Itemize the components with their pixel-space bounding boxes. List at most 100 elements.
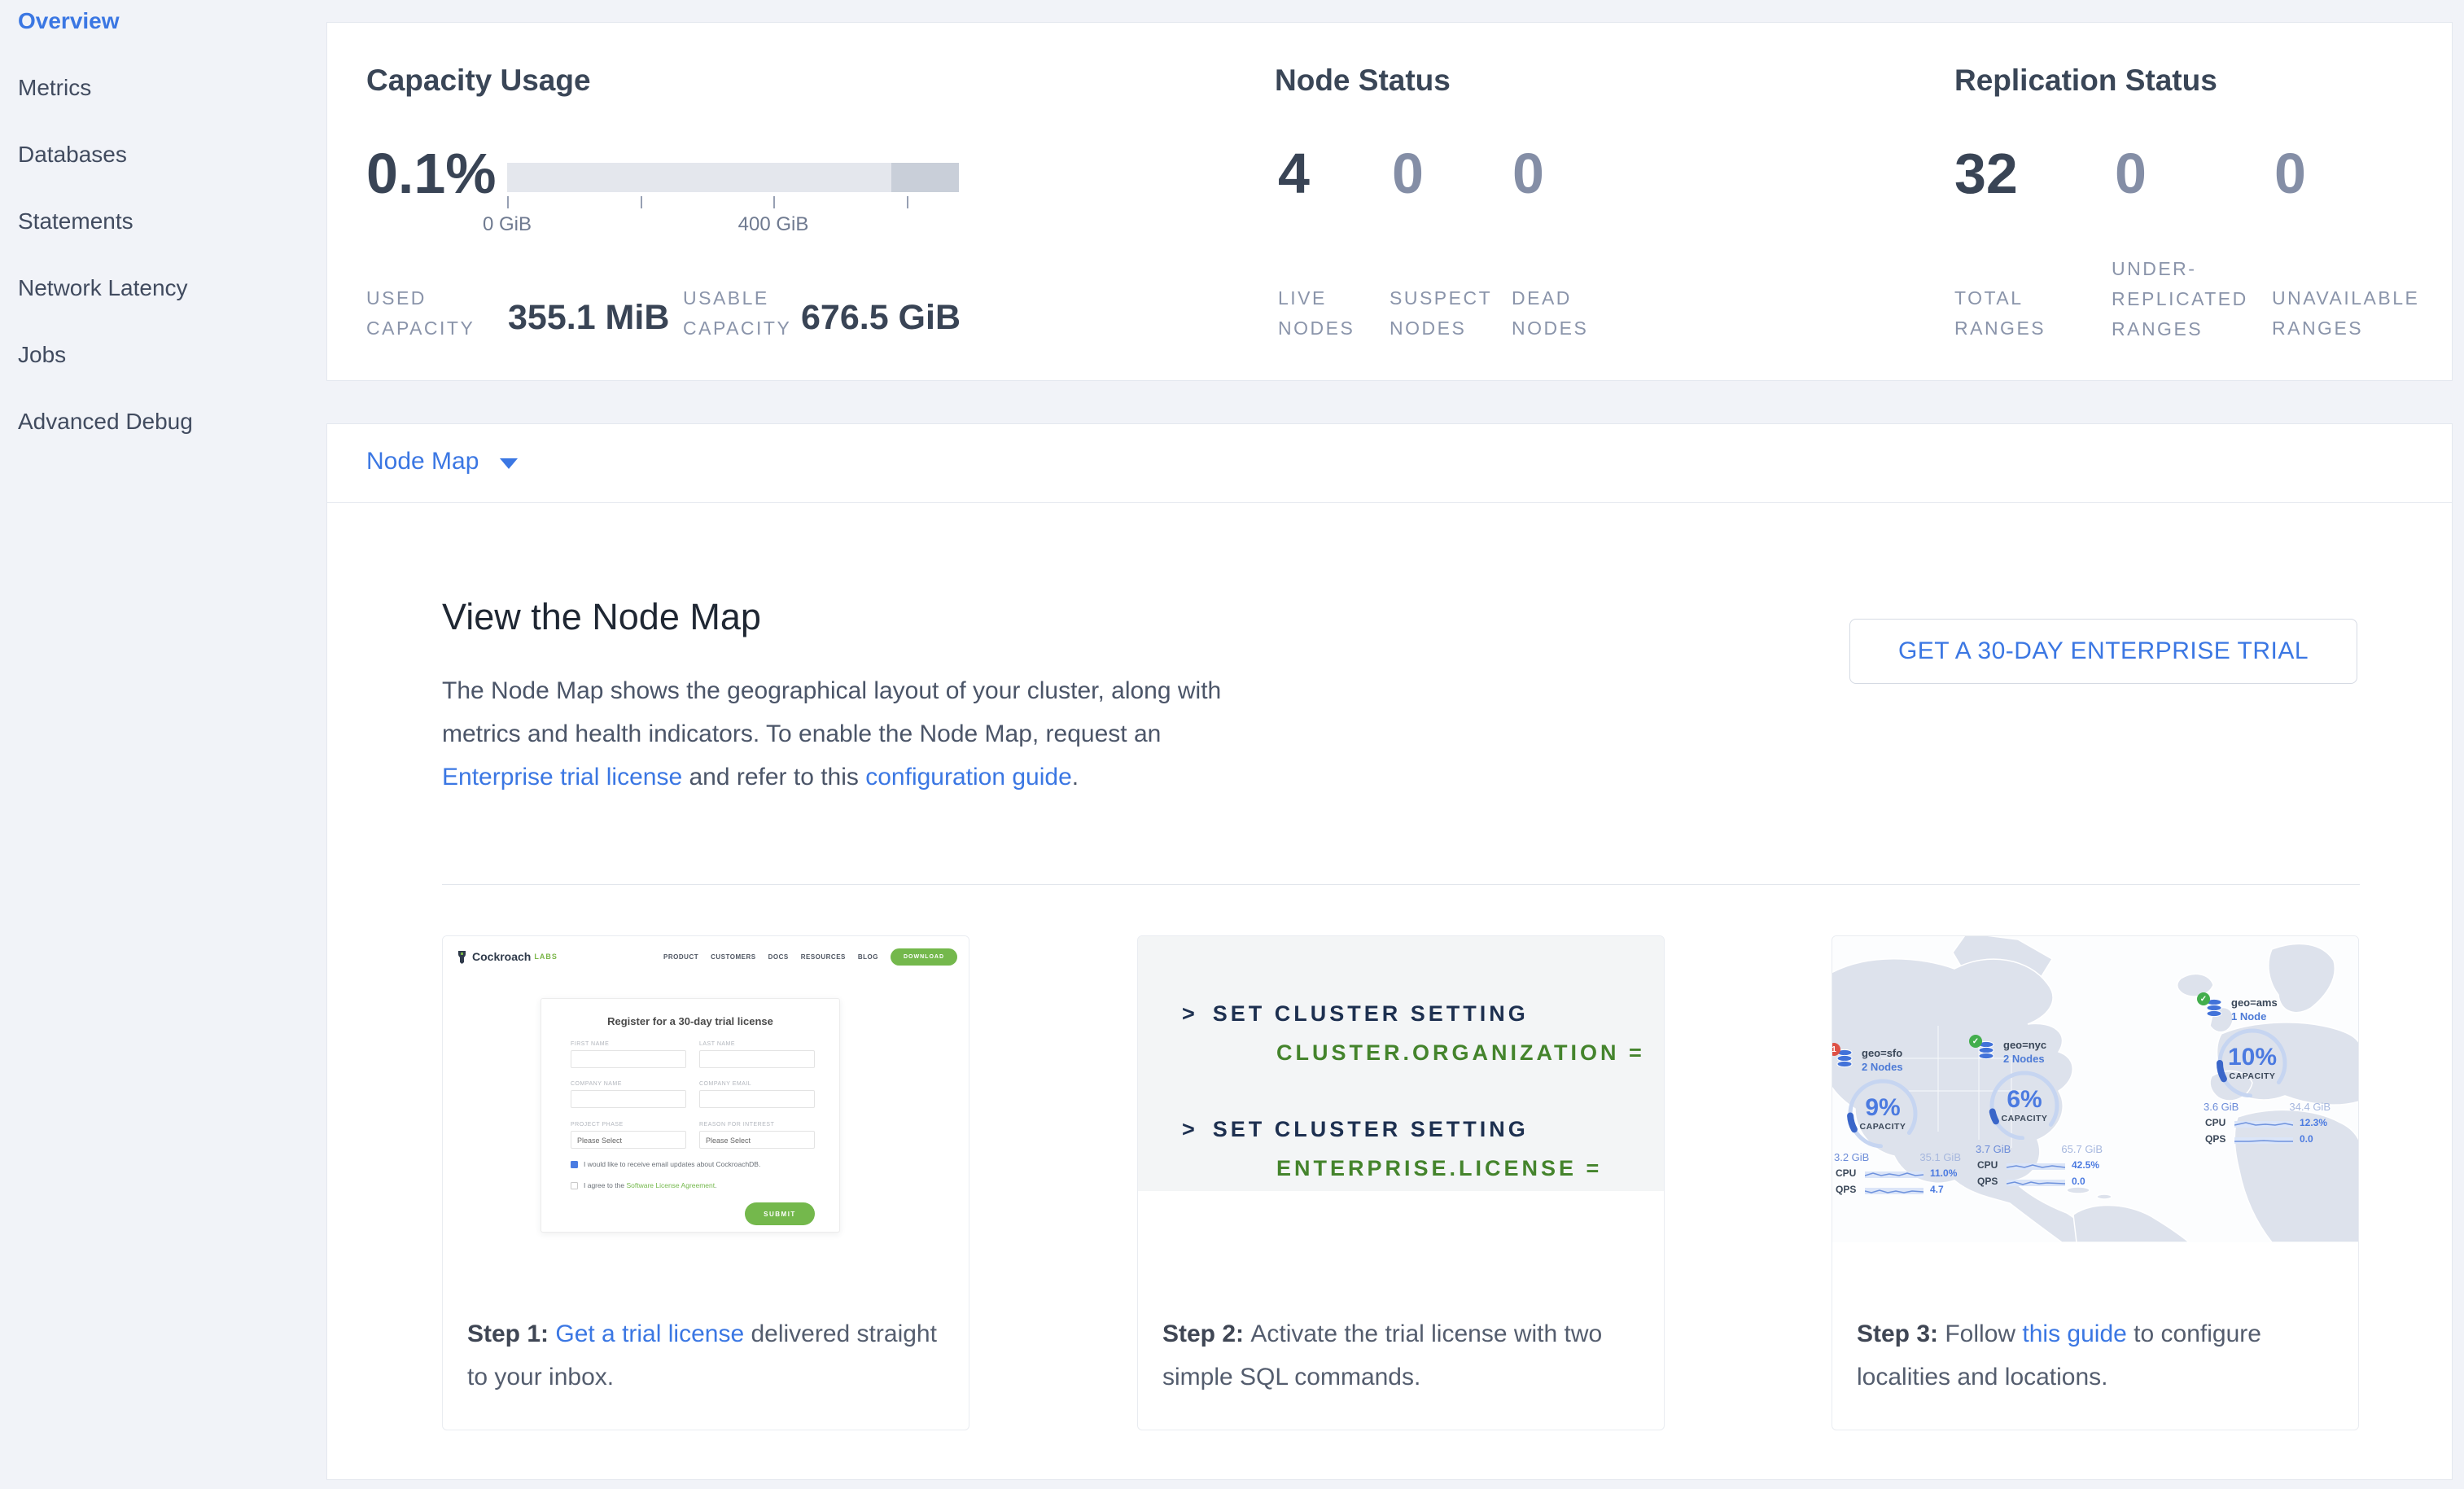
mini-nav-resources: RESOURCES bbox=[801, 953, 846, 961]
capacity-percent: 10% bbox=[2210, 1044, 2295, 1071]
sidebar-item-network-latency[interactable]: Network Latency bbox=[18, 272, 188, 304]
capacity-word: CAPACITY bbox=[2210, 1071, 2295, 1081]
step1-caption: Step 1: Get a trial license delivered st… bbox=[467, 1312, 948, 1399]
mini-form-title: Register for a 30-day trial license bbox=[541, 1015, 839, 1027]
step1-card: Cockroach LABS PRODUCT CUSTOMERS DOCS RE… bbox=[442, 935, 969, 1430]
sql-line-1: >SET CLUSTER SETTING bbox=[1182, 1001, 1529, 1027]
get-trial-license-link[interactable]: Get a trial license bbox=[555, 1320, 744, 1347]
locality-nodes: 1 Node bbox=[2231, 1010, 2266, 1023]
capacity-bar-axis bbox=[507, 196, 959, 209]
mini-label-company-name: COMPANY NAME bbox=[571, 1081, 622, 1087]
node-map-dropdown[interactable]: Node Map bbox=[366, 448, 518, 475]
step2-card: >SET CLUSTER SETTING CLUSTER.ORGANIZATIO… bbox=[1137, 935, 1665, 1430]
capacity-axis-label-400: 400 GiB bbox=[733, 213, 814, 236]
live-nodes-label: LIVENODES bbox=[1278, 283, 1355, 344]
capacity-usage-title: Capacity Usage bbox=[366, 64, 591, 98]
mini-nav-docs: DOCS bbox=[768, 953, 789, 961]
mini-input-last-name bbox=[699, 1050, 815, 1068]
mini-checkbox-license-agreement: I agree to the Software License Agreemen… bbox=[571, 1181, 717, 1189]
locality-name: geo=ams bbox=[2231, 996, 2278, 1009]
mini-submit-button: SUBMIT bbox=[745, 1202, 815, 1225]
sidebar-item-jobs[interactable]: Jobs bbox=[18, 339, 66, 371]
mini-download-button: DOWNLOAD bbox=[891, 948, 957, 966]
capacity-range: 3.7 GiB65.7 GiB bbox=[1976, 1143, 2103, 1155]
capacity-word: CAPACITY bbox=[1982, 1114, 2067, 1123]
mini-checkbox-email-updates: I would like to receive email updates ab… bbox=[571, 1160, 760, 1168]
sidebar-item-overview[interactable]: Overview bbox=[18, 5, 120, 37]
sidebar-item-advanced-debug[interactable]: Advanced Debug bbox=[18, 405, 193, 438]
sidebar-item-metrics[interactable]: Metrics bbox=[18, 72, 91, 104]
enterprise-trial-license-link[interactable]: Enterprise trial license bbox=[442, 764, 682, 790]
unavailable-ranges-label: UNAVAILABLERANGES bbox=[2272, 283, 2419, 344]
database-icon: 1 bbox=[1834, 1049, 1855, 1074]
mini-label-reason-for-interest: REASON FOR INTEREST bbox=[699, 1122, 774, 1128]
step3-caption: Step 3: Follow this guide to configure l… bbox=[1857, 1312, 2337, 1399]
mini-label-last-name: LAST NAME bbox=[699, 1041, 735, 1047]
used-capacity-label: USEDCAPACITY bbox=[366, 283, 475, 344]
overview-page: Overview Metrics Databases Statements Ne… bbox=[0, 0, 2464, 1489]
node-map-enterprise-panel: View the Node Map The Node Map shows the… bbox=[326, 502, 2453, 1480]
total-ranges-label: TOTALRANGES bbox=[1954, 283, 2046, 344]
qps-metric: QPS0.0 bbox=[1977, 1176, 2107, 1189]
capacity-gauge: 9% CAPACITY bbox=[1840, 1076, 1925, 1148]
capacity-percent: 6% bbox=[1982, 1086, 2067, 1114]
capacity-gauge: 10% CAPACITY bbox=[2210, 1026, 2295, 1097]
suspect-nodes-count: 0 bbox=[1392, 145, 1424, 202]
cpu-sparkline bbox=[1865, 1168, 1923, 1180]
healthy-badge-icon: ✓ bbox=[1969, 1035, 1982, 1048]
mini-select-project-phase: Please Select bbox=[571, 1131, 686, 1149]
suspect-nodes-label: SUSPECTNODES bbox=[1390, 283, 1492, 344]
locality-nodes: 2 Nodes bbox=[2003, 1053, 2045, 1065]
cpu-metric: CPU12.3% bbox=[2205, 1117, 2335, 1130]
sql-commands-thumbnail: >SET CLUSTER SETTING CLUSTER.ORGANIZATIO… bbox=[1138, 936, 1664, 1191]
node-map-thumbnail: 1 geo=sfo 2 Nodes 9% CAPACITY 3.2 GiB35.… bbox=[1832, 936, 2358, 1242]
dead-nodes-label: DEADNODES bbox=[1512, 283, 1588, 344]
mini-site-nav: PRODUCT CUSTOMERS DOCS RESOURCES BLOG DO… bbox=[663, 948, 957, 966]
sql-line-2: >SET CLUSTER SETTING bbox=[1182, 1117, 1529, 1142]
healthy-badge-icon: ✓ bbox=[2197, 992, 2210, 1005]
mini-site-logo-labs: LABS bbox=[534, 953, 558, 961]
cpu-sparkline bbox=[2234, 1118, 2293, 1129]
checkbox-checked-icon bbox=[571, 1161, 578, 1168]
capacity-word: CAPACITY bbox=[1840, 1122, 1925, 1132]
cpu-sparkline bbox=[2007, 1160, 2065, 1171]
mini-label-project-phase: PROJECT PHASE bbox=[571, 1122, 624, 1128]
database-icon: ✓ bbox=[2204, 998, 2225, 1023]
get-enterprise-trial-button[interactable]: GET A 30-DAY ENTERPRISE TRIAL bbox=[1849, 619, 2357, 684]
mini-label-company-email: COMPANY EMAIL bbox=[699, 1081, 751, 1087]
sidebar-item-statements[interactable]: Statements bbox=[18, 205, 133, 238]
mini-nav-product: PRODUCT bbox=[663, 953, 698, 961]
locality-name: geo=nyc bbox=[2003, 1039, 2046, 1051]
mini-input-company-email bbox=[699, 1090, 815, 1108]
capacity-range: 3.2 GiB35.1 GiB bbox=[1834, 1151, 1961, 1163]
qps-metric: QPS4.7 bbox=[1836, 1184, 1966, 1197]
section-divider bbox=[442, 884, 2360, 885]
locality-nodes: 2 Nodes bbox=[1862, 1061, 1903, 1073]
locality-name: geo=sfo bbox=[1862, 1047, 1902, 1059]
capacity-bar bbox=[507, 163, 959, 192]
unavailable-ranges-count: 0 bbox=[2274, 145, 2306, 202]
sidebar-item-databases[interactable]: Databases bbox=[18, 138, 127, 171]
capacity-percent: 9% bbox=[1840, 1094, 1925, 1122]
qps-sparkline bbox=[1865, 1185, 1923, 1196]
usable-capacity-label: USABLECAPACITY bbox=[683, 283, 791, 344]
mini-registration-form: Register for a 30-day trial license FIRS… bbox=[541, 998, 840, 1233]
checkbox-unchecked-icon bbox=[571, 1182, 578, 1189]
mini-nav-customers: CUSTOMERS bbox=[711, 953, 755, 961]
sql-line-2-arg: ENTERPRISE.LICENSE = bbox=[1276, 1156, 1602, 1181]
qps-sparkline bbox=[2234, 1134, 2293, 1145]
configuration-guide-link[interactable]: configuration guide bbox=[865, 764, 1072, 790]
capacity-axis-label-0: 0 GiB bbox=[475, 213, 540, 236]
database-icon: ✓ bbox=[1976, 1040, 1997, 1066]
mini-site-logo-text: Cockroach bbox=[472, 950, 531, 963]
view-selector-bar: Node Map bbox=[326, 423, 2453, 503]
cpu-metric: CPU11.0% bbox=[1836, 1167, 1966, 1180]
qps-sparkline bbox=[2007, 1176, 2065, 1188]
replication-status-title: Replication Status bbox=[1954, 64, 2217, 98]
this-guide-link[interactable]: this guide bbox=[2022, 1320, 2126, 1347]
mini-input-company-name bbox=[571, 1090, 686, 1108]
mini-select-reason: Please Select bbox=[699, 1131, 815, 1149]
step3-card: 1 geo=sfo 2 Nodes 9% CAPACITY 3.2 GiB35.… bbox=[1832, 935, 2359, 1430]
capacity-gauge: 6% CAPACITY bbox=[1982, 1068, 2067, 1140]
under-replicated-ranges-label: UNDER-REPLICATEDRANGES bbox=[2112, 254, 2248, 344]
